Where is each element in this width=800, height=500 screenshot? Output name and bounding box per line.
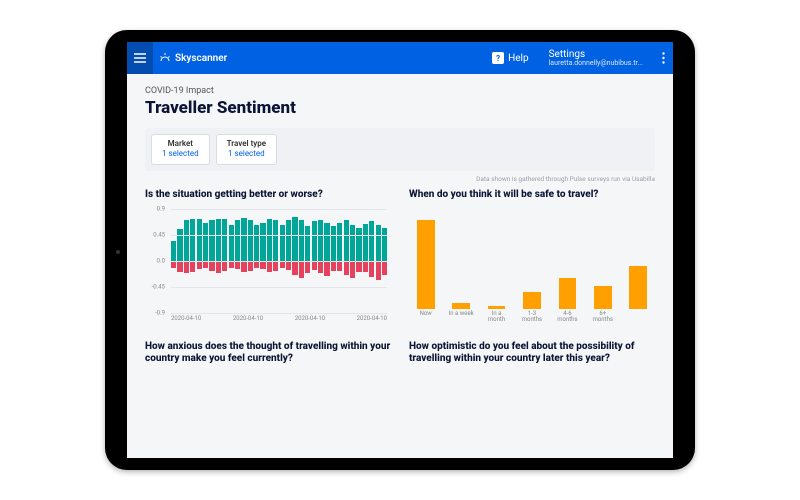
safe-xtick: 4-6 months — [555, 311, 580, 327]
safe-xtick: In a month — [484, 311, 509, 327]
menu-button[interactable] — [127, 42, 153, 74]
help-button[interactable]: ? Help — [482, 42, 538, 74]
safe-xtick: Now — [413, 311, 438, 327]
top-bar: Skyscanner ? Help Settings lauretta.donn… — [127, 42, 673, 74]
safe-xtick — [626, 311, 651, 327]
filter-market-label: Market — [162, 139, 199, 149]
hamburger-icon — [134, 53, 146, 63]
kebab-icon — [662, 52, 665, 64]
content: COVID-19 Impact Traveller Sentiment Mark… — [127, 74, 673, 458]
filter-travel-type[interactable]: Travel type 1 selected — [216, 134, 277, 165]
settings-button[interactable]: Settings lauretta.donnelly@nubibus.tr... — [539, 49, 653, 68]
sentiment-ytick: -0.9 — [145, 309, 165, 316]
sentiment-ytick: 0.9 — [145, 205, 165, 212]
sentiment-ytick: -0.45 — [145, 283, 165, 290]
brand-sun-icon — [159, 52, 171, 64]
chart-sentiment-title: Is the situation getting better or worse… — [145, 189, 391, 203]
chart-safe-title: When do you think it will be safe to tra… — [409, 189, 655, 203]
chart-safe: When do you think it will be safe to tra… — [409, 189, 655, 327]
chart-anxious: How anxious does the thought of travelli… — [145, 341, 391, 373]
safe-bar — [417, 220, 435, 308]
filter-market[interactable]: Market 1 selected — [151, 134, 210, 165]
safe-xtick: In a week — [448, 311, 473, 327]
breadcrumb: COVID-19 Impact — [145, 86, 655, 96]
chart-sentiment-plot: 0.90.450.0-0.45-0.9 2020-04-102020-04-10… — [145, 209, 391, 327]
safe-bar — [523, 292, 541, 309]
app-screen: Skyscanner ? Help Settings lauretta.donn… — [127, 42, 673, 458]
safe-xtick: 6+ months — [590, 311, 615, 327]
safe-bar — [559, 278, 577, 309]
filter-travel-type-selected: 1 selected — [227, 149, 266, 159]
chart-safe-plot: Now In a week In a month 1-3 months 4-6 mont… — [409, 209, 655, 327]
safe-bar — [594, 286, 612, 309]
safe-xtick: 1-3 months — [519, 311, 544, 327]
settings-email: lauretta.donnelly@nubibus.tr... — [549, 60, 643, 68]
tablet-frame: Skyscanner ? Help Settings lauretta.donn… — [105, 30, 695, 470]
sentiment-ytick: 0.45 — [145, 231, 165, 238]
data-disclaimer: Data shown is gathered through Pulse sur… — [145, 175, 655, 183]
overflow-menu-button[interactable] — [653, 52, 673, 64]
settings-label: Settings — [549, 49, 643, 60]
filter-bar: Market 1 selected Travel type 1 selected — [145, 128, 655, 171]
safe-bar — [452, 303, 470, 309]
safe-bar — [629, 266, 647, 309]
sentiment-xtick: 2020-04-10 — [357, 315, 387, 327]
chart-sentiment: Is the situation getting better or worse… — [145, 189, 391, 327]
help-label: Help — [508, 53, 528, 64]
brand[interactable]: Skyscanner — [153, 52, 227, 64]
sentiment-ytick: 0.0 — [145, 257, 165, 264]
tablet-camera — [116, 250, 120, 254]
chart-optimistic: How optimistic do you feel about the pos… — [409, 341, 655, 373]
sentiment-xtick: 2020-04-10 — [233, 315, 263, 327]
safe-bar — [488, 306, 506, 309]
brand-label: Skyscanner — [175, 53, 227, 64]
sentiment-xtick: 2020-04-10 — [295, 315, 325, 327]
sentiment-xtick: 2020-04-10 — [171, 315, 201, 327]
page-title: Traveller Sentiment — [145, 98, 655, 118]
help-icon: ? — [492, 52, 504, 64]
filter-market-selected: 1 selected — [162, 149, 199, 159]
filter-travel-type-label: Travel type — [227, 139, 266, 149]
chart-optimistic-title: How optimistic do you feel about the pos… — [409, 341, 655, 367]
chart-anxious-title: How anxious does the thought of travelli… — [145, 341, 391, 367]
